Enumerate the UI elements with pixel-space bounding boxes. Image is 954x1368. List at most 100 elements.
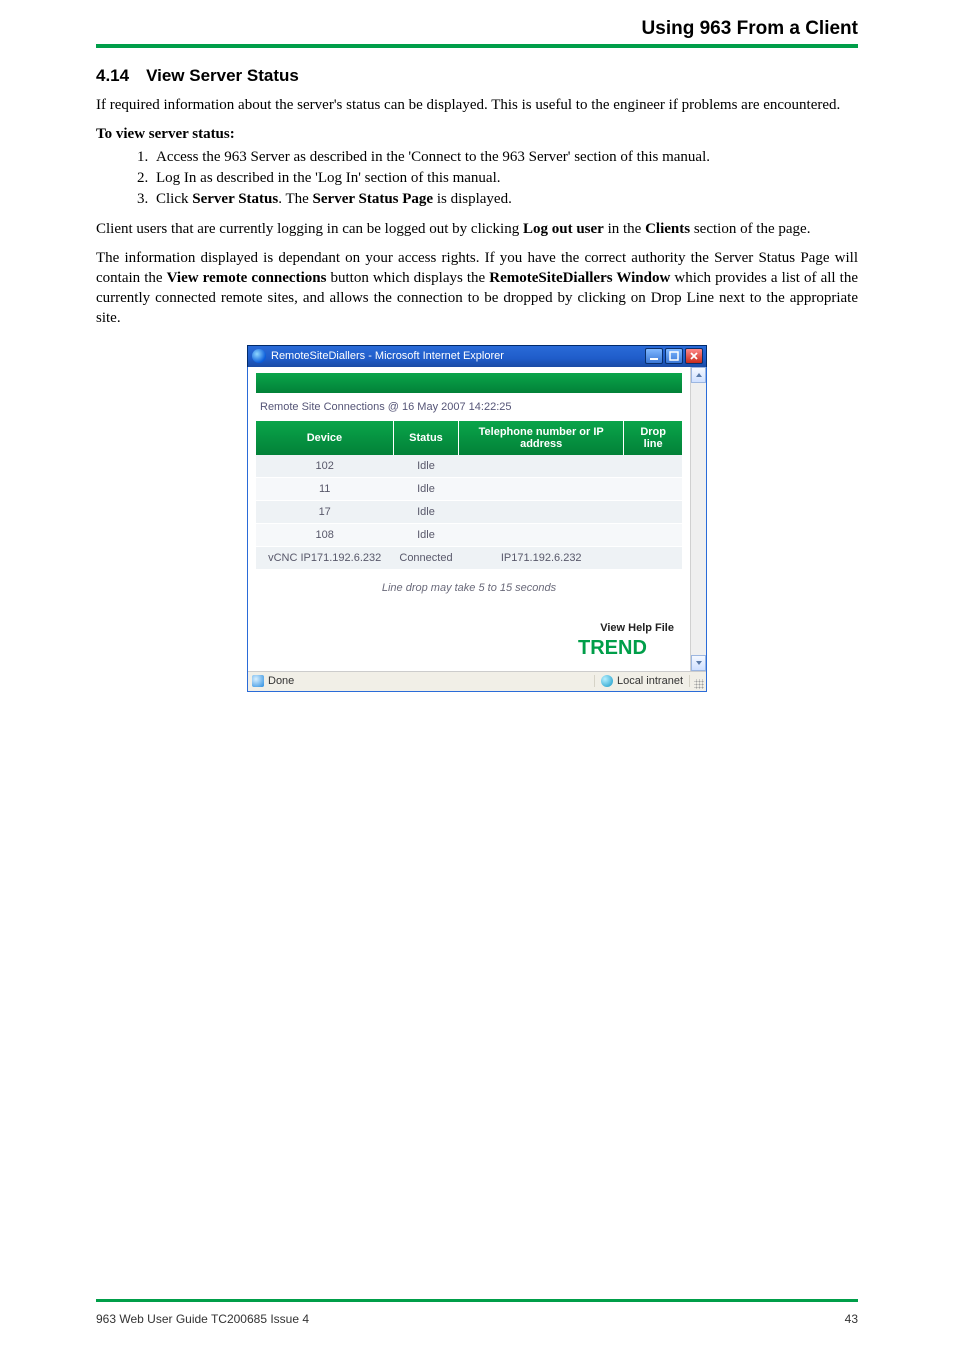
table-row: 108 Idle xyxy=(256,523,682,546)
cell-tel xyxy=(459,477,624,500)
col-tel: Telephone number or IP address xyxy=(459,421,624,455)
done-icon xyxy=(252,675,264,687)
steps-block: To view server status: Access the 963 Se… xyxy=(96,126,858,210)
remote-site-diallers-window: RemoteSiteDiallers - Microsoft Internet … xyxy=(247,345,707,692)
step-1: Access the 963 Server as described in th… xyxy=(152,147,858,167)
header-row: Device Status Telephone number or IP add… xyxy=(256,421,682,455)
intro-paragraph: If required information about the server… xyxy=(96,96,858,116)
col-status: Status xyxy=(393,421,458,455)
step-3-d: Server Status Page xyxy=(313,191,434,207)
trend-logo-icon: TREND xyxy=(578,636,674,658)
cell-status: Connected xyxy=(393,546,458,569)
minimize-icon xyxy=(649,351,659,361)
maximize-button[interactable] xyxy=(665,348,683,364)
step-3: Click Server Status. The Server Status P… xyxy=(152,189,858,209)
status-zone-text: Local intranet xyxy=(617,675,683,687)
window-content: Remote Site Connections @ 16 May 2007 14… xyxy=(248,367,690,671)
status-left: Done xyxy=(248,675,595,687)
view-help-file-link[interactable]: View Help File xyxy=(256,622,674,634)
cell-device: 102 xyxy=(256,455,393,478)
p2-d: Clients xyxy=(645,221,690,237)
step-3-a: Click xyxy=(156,191,192,207)
drop-note: Line drop may take 5 to 15 seconds xyxy=(256,582,682,594)
devices-table-head: Device Status Telephone number or IP add… xyxy=(256,421,682,455)
remote-connections-label: Remote Site Connections @ 16 May 2007 14… xyxy=(260,401,682,413)
cell-drop xyxy=(624,523,682,546)
ie-icon xyxy=(252,349,266,363)
steps-list: Access the 963 Server as described in th… xyxy=(96,147,858,210)
devices-table-body: 102 Idle 11 Idle xyxy=(256,455,682,570)
p3-b: View remote connections xyxy=(167,270,327,286)
scroll-area: Remote Site Connections @ 16 May 2007 14… xyxy=(248,367,706,671)
close-button[interactable] xyxy=(685,348,703,364)
step-1-text: Access the 963 Server as described in th… xyxy=(156,149,710,165)
col-drop: Drop line xyxy=(624,421,682,455)
svg-text:TREND: TREND xyxy=(578,637,647,658)
window-titlebar[interactable]: RemoteSiteDiallers - Microsoft Internet … xyxy=(247,345,707,367)
cell-status: Idle xyxy=(393,523,458,546)
scroll-up-button[interactable] xyxy=(691,367,706,383)
paragraph-2: Client users that are currently logging … xyxy=(96,220,858,240)
table-row: vCNC IP171.192.6.232 Connected IP171.192… xyxy=(256,546,682,569)
cell-drop xyxy=(624,477,682,500)
p2-a: Client users that are currently logging … xyxy=(96,221,523,237)
window-title: RemoteSiteDiallers - Microsoft Internet … xyxy=(271,350,504,362)
step-3-c: . The xyxy=(278,191,312,207)
resize-grip-icon xyxy=(694,679,704,689)
p3-d: RemoteSiteDiallers Window xyxy=(489,270,670,286)
cell-device: 11 xyxy=(256,477,393,500)
titlebar-left: RemoteSiteDiallers - Microsoft Internet … xyxy=(252,349,504,363)
minimize-button[interactable] xyxy=(645,348,663,364)
step-2-text: Log In as described in the 'Log In' sect… xyxy=(156,170,501,186)
cell-status: Idle xyxy=(393,455,458,478)
resize-grip[interactable] xyxy=(690,672,706,691)
vertical-scrollbar[interactable] xyxy=(690,367,706,671)
cell-drop xyxy=(624,455,682,478)
status-bar: Done Local intranet xyxy=(248,671,706,691)
cell-tel xyxy=(459,455,624,478)
p3-c: button which displays the xyxy=(326,270,489,286)
table-row: 11 Idle xyxy=(256,477,682,500)
window-buttons xyxy=(645,348,703,364)
table-row: 102 Idle xyxy=(256,455,682,478)
step-3-e: is displayed. xyxy=(433,191,512,207)
cell-tel xyxy=(459,500,624,523)
cell-status: Idle xyxy=(393,477,458,500)
step-2: Log In as described in the 'Log In' sect… xyxy=(152,168,858,188)
scroll-down-icon xyxy=(695,659,703,667)
footer-line: 963 Web User Guide TC200685 Issue 4 43 xyxy=(96,1312,858,1326)
trend-logo: TREND xyxy=(256,636,682,665)
steps-intro: To view server status: xyxy=(96,126,858,143)
cell-tel: IP171.192.6.232 xyxy=(459,546,624,569)
cell-drop xyxy=(624,546,682,569)
section-header-text: Using 963 From a Client xyxy=(642,18,858,44)
footer-left: 963 Web User Guide TC200685 Issue 4 xyxy=(96,1312,309,1326)
page-content: 4.14 View Server Status If required info… xyxy=(96,66,858,692)
scroll-down-button[interactable] xyxy=(691,655,706,671)
cell-device: vCNC IP171.192.6.232 xyxy=(256,546,393,569)
page-footer: 963 Web User Guide TC200685 Issue 4 43 xyxy=(96,1299,858,1326)
window-body: Remote Site Connections @ 16 May 2007 14… xyxy=(247,367,707,692)
scroll-up-icon xyxy=(695,371,703,379)
cell-tel xyxy=(459,523,624,546)
close-icon xyxy=(689,351,699,361)
footer-right: 43 xyxy=(845,1312,858,1326)
p2-e: section of the page. xyxy=(690,221,810,237)
cell-device: 108 xyxy=(256,523,393,546)
col-device: Device xyxy=(256,421,393,455)
status-right: Local intranet xyxy=(595,675,690,687)
p2-b: Log out user xyxy=(523,221,604,237)
p2-c: in the xyxy=(604,221,645,237)
top-green-bar xyxy=(256,373,682,393)
cell-device: 17 xyxy=(256,500,393,523)
paragraph-3: The information displayed is dependant o… xyxy=(96,249,858,328)
intranet-icon xyxy=(601,675,613,687)
status-done-text: Done xyxy=(268,675,294,687)
table-row: 17 Idle xyxy=(256,500,682,523)
maximize-icon xyxy=(669,351,679,361)
section-header: Using 963 From a Client xyxy=(96,18,858,48)
footer-rule xyxy=(96,1299,858,1302)
step-3-b: Server Status xyxy=(192,191,278,207)
devices-table: Device Status Telephone number or IP add… xyxy=(256,421,682,570)
cell-drop xyxy=(624,500,682,523)
